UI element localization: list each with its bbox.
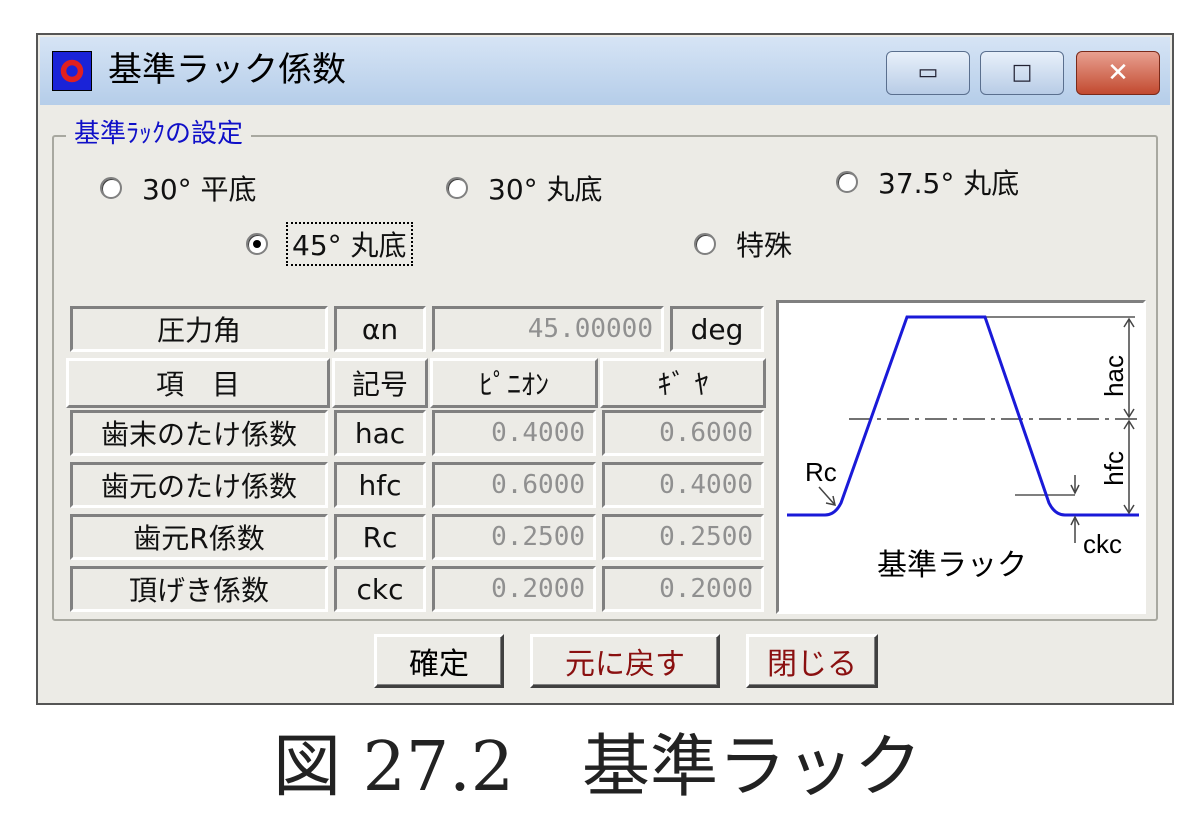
rack-diagram: hac hfc Rc ckc 基準ラック bbox=[776, 300, 1146, 614]
radio-45-round[interactable]: 45° 丸底 bbox=[246, 222, 413, 266]
row-hfc-symbol: hfc bbox=[334, 462, 426, 508]
pressure-angle-input[interactable]: 45.00000 bbox=[432, 306, 664, 352]
rc-pinion-input[interactable]: 0.2500 bbox=[432, 514, 596, 560]
reset-button[interactable]: 元に戻す bbox=[530, 634, 720, 688]
ckc-pinion-input[interactable]: 0.2000 bbox=[432, 566, 596, 612]
rack-diagram-svg: hac hfc Rc ckc 基準ラック bbox=[787, 315, 1139, 583]
hfc-label: hfc bbox=[1099, 451, 1129, 486]
radio-30-flat-label: 30° 平底 bbox=[142, 173, 257, 206]
radio-30-flat-indicator[interactable] bbox=[100, 177, 122, 199]
radio-30-flat[interactable]: 30° 平底 bbox=[100, 168, 257, 208]
close-icon: ✕ bbox=[1107, 58, 1129, 88]
radio-37-5-round-indicator[interactable] bbox=[836, 171, 858, 193]
radio-special-label: 特殊 bbox=[736, 229, 793, 262]
title-bar[interactable]: 基準ラック係数 ▭ □ ✕ bbox=[40, 37, 1170, 105]
radio-30-round[interactable]: 30° 丸底 bbox=[446, 168, 603, 208]
hfc-gear-input[interactable]: 0.4000 bbox=[602, 462, 764, 508]
radio-45-round-label: 45° 丸底 bbox=[286, 222, 413, 266]
row-hac-symbol: hac bbox=[334, 410, 426, 456]
hac-pinion-input[interactable]: 0.4000 bbox=[432, 410, 596, 456]
pressure-angle-symbol: αn bbox=[334, 306, 426, 352]
diagram-title: 基準ラック bbox=[877, 548, 1027, 583]
close-window-button[interactable]: ✕ bbox=[1076, 51, 1160, 95]
minimize-icon: ▭ bbox=[917, 60, 939, 85]
radio-special[interactable]: 特殊 bbox=[694, 224, 792, 264]
radio-special-indicator[interactable] bbox=[694, 233, 716, 255]
ckc-label: ckc bbox=[1083, 529, 1122, 559]
radio-45-round-indicator[interactable] bbox=[246, 233, 268, 255]
hac-label: hac bbox=[1099, 355, 1129, 397]
radio-30-round-label: 30° 丸底 bbox=[488, 173, 603, 206]
hfc-pinion-input[interactable]: 0.6000 bbox=[432, 462, 596, 508]
rc-gear-input[interactable]: 0.2500 bbox=[602, 514, 764, 560]
hac-gear-input[interactable]: 0.6000 bbox=[602, 410, 764, 456]
radio-30-round-indicator[interactable] bbox=[446, 177, 468, 199]
row-hac-item: 歯末のたけ係数 bbox=[70, 410, 328, 456]
confirm-button[interactable]: 確定 bbox=[374, 634, 504, 688]
group-legend: 基準ﾗｯｸの設定 bbox=[66, 117, 252, 151]
pressure-angle-label: 圧力角 bbox=[70, 306, 328, 352]
header-item: 項 目 bbox=[66, 358, 330, 408]
maximize-button[interactable]: □ bbox=[980, 51, 1064, 95]
row-rc-item: 歯元R係数 bbox=[70, 514, 328, 560]
radio-37-5-round-label: 37.5° 丸底 bbox=[878, 167, 1020, 200]
figure-caption: 図 27.2 基準ラック bbox=[272, 728, 923, 807]
header-pinion: ﾋﾟﾆｵﾝ bbox=[430, 358, 598, 408]
row-ckc-item: 頂げき係数 bbox=[70, 566, 328, 612]
minimize-button[interactable]: ▭ bbox=[886, 51, 970, 95]
window-title: 基準ラック係数 bbox=[108, 50, 346, 90]
header-symbol: 記号 bbox=[332, 358, 428, 408]
rc-label: Rc bbox=[805, 457, 837, 487]
row-rc-symbol: Rc bbox=[334, 514, 426, 560]
header-gear: ｷﾞ ﾔ bbox=[600, 358, 766, 408]
radio-37-5-round[interactable]: 37.5° 丸底 bbox=[836, 162, 1019, 202]
rack-profile bbox=[787, 315, 1139, 517]
row-hfc-item: 歯元のたけ係数 bbox=[70, 462, 328, 508]
pressure-angle-unit: deg bbox=[670, 306, 764, 352]
ckc-gear-input[interactable]: 0.2000 bbox=[602, 566, 764, 612]
close-button[interactable]: 閉じる bbox=[746, 634, 878, 688]
maximize-icon: □ bbox=[1011, 60, 1033, 85]
row-ckc-symbol: ckc bbox=[334, 566, 426, 612]
app-gear-icon bbox=[52, 51, 92, 91]
